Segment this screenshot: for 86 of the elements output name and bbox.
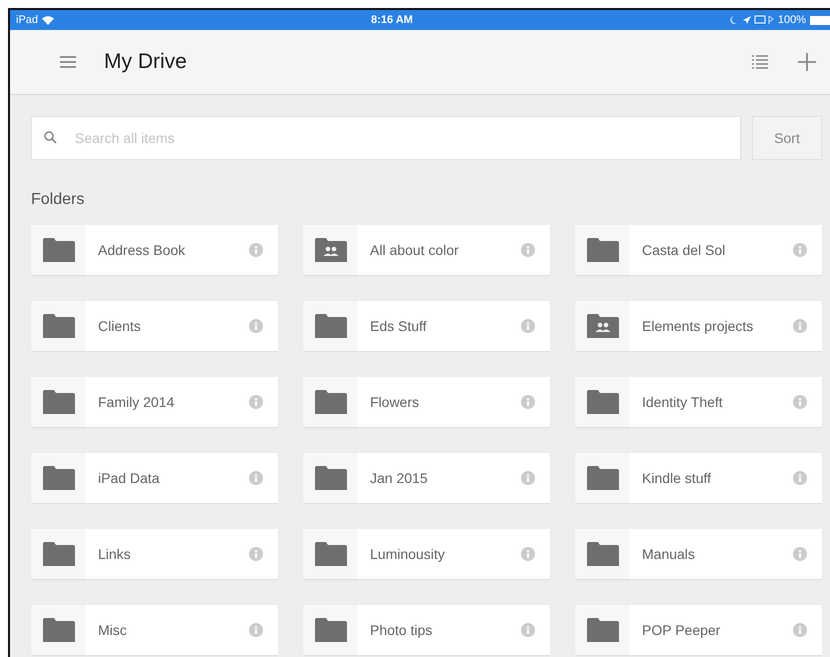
search-field[interactable]: Search all items bbox=[31, 116, 741, 160]
folder-card[interactable]: Jan 2015 bbox=[303, 453, 550, 503]
folder-icon bbox=[314, 542, 346, 566]
shared-folder-icon bbox=[586, 314, 618, 338]
info-icon[interactable] bbox=[249, 547, 263, 561]
folder-card[interactable]: Kindle stuff bbox=[575, 453, 822, 503]
folder-name: All about color bbox=[370, 242, 460, 258]
folder-name: iPad Data bbox=[98, 470, 160, 486]
folder-name: POP Peeper bbox=[642, 622, 722, 638]
folder-name: Jan 2015 bbox=[370, 470, 429, 486]
info-icon[interactable] bbox=[793, 623, 807, 637]
clock-label: 8:16 AM bbox=[371, 14, 413, 26]
folder-icon bbox=[314, 618, 346, 642]
folder-name: Manuals bbox=[642, 546, 696, 562]
folder-icon bbox=[586, 618, 618, 642]
battery-label: 100% bbox=[778, 14, 806, 26]
folder-card[interactable]: Flowers bbox=[303, 377, 550, 427]
folder-icon bbox=[42, 314, 74, 338]
info-icon[interactable] bbox=[249, 243, 263, 257]
info-icon[interactable] bbox=[249, 395, 263, 409]
folder-card[interactable]: Manuals bbox=[575, 529, 822, 579]
folder-card[interactable]: Misc bbox=[31, 605, 278, 655]
info-icon[interactable] bbox=[793, 547, 807, 561]
info-icon[interactable] bbox=[521, 547, 535, 561]
info-icon[interactable] bbox=[793, 243, 807, 257]
folder-card[interactable]: Photo tips bbox=[303, 605, 550, 655]
folder-icon bbox=[586, 238, 618, 262]
folder-name: Flowers bbox=[370, 394, 420, 410]
menu-button[interactable] bbox=[60, 56, 76, 68]
folder-name: Address Book bbox=[98, 242, 186, 258]
shared-folder-icon bbox=[314, 238, 346, 262]
search-icon bbox=[44, 131, 57, 144]
folder-card[interactable]: Eds Stuff bbox=[303, 301, 550, 351]
folder-name: Clients bbox=[98, 318, 142, 334]
folder-icon bbox=[586, 542, 618, 566]
folder-icon bbox=[42, 542, 74, 566]
info-icon[interactable] bbox=[521, 395, 535, 409]
folder-name: Casta del Sol bbox=[642, 242, 726, 258]
folder-icon bbox=[586, 390, 618, 414]
folder-card[interactable]: Family 2014 bbox=[31, 377, 278, 427]
folder-name: Elements projects bbox=[642, 318, 754, 334]
folder-name: Luminousity bbox=[370, 546, 446, 562]
folder-card[interactable]: iPad Data bbox=[31, 453, 278, 503]
add-button[interactable] bbox=[798, 53, 816, 71]
folder-icon bbox=[42, 238, 74, 262]
info-icon[interactable] bbox=[249, 319, 263, 333]
folder-card[interactable]: Identity Theft bbox=[575, 377, 822, 427]
info-icon[interactable] bbox=[521, 243, 535, 257]
info-icon[interactable] bbox=[249, 623, 263, 637]
carrier-label: iPad bbox=[16, 14, 38, 26]
wifi-icon bbox=[42, 16, 54, 24]
folder-icon bbox=[42, 390, 74, 414]
folder-card[interactable]: All about color bbox=[303, 225, 550, 275]
folder-name: Kindle stuff bbox=[642, 470, 712, 486]
info-icon[interactable] bbox=[793, 471, 807, 485]
folder-name: Links bbox=[98, 546, 132, 562]
info-icon[interactable] bbox=[249, 471, 263, 485]
folder-name: Photo tips bbox=[370, 622, 434, 638]
info-icon[interactable] bbox=[793, 395, 807, 409]
folder-card[interactable]: Address Book bbox=[31, 225, 278, 275]
folder-name: Identity Theft bbox=[642, 394, 724, 410]
info-icon[interactable] bbox=[521, 623, 535, 637]
info-icon[interactable] bbox=[521, 471, 535, 485]
info-icon[interactable] bbox=[793, 319, 807, 333]
folder-name: Eds Stuff bbox=[370, 318, 428, 334]
folder-name: Family 2014 bbox=[98, 394, 176, 410]
folder-icon bbox=[42, 618, 74, 642]
folder-card[interactable]: Links bbox=[31, 529, 278, 579]
folder-name: Misc bbox=[98, 622, 128, 638]
folder-icon bbox=[586, 466, 618, 490]
page-title: My Drive bbox=[104, 50, 188, 74]
section-heading: Folders bbox=[30, 190, 86, 209]
folder-icon bbox=[314, 314, 346, 338]
status-icons-drawing bbox=[730, 15, 774, 25]
folder-icon bbox=[314, 390, 346, 414]
list-view-button[interactable] bbox=[752, 55, 768, 69]
info-icon[interactable] bbox=[521, 319, 535, 333]
folder-card[interactable]: Elements projects bbox=[575, 301, 822, 351]
folder-card[interactable]: Luminousity bbox=[303, 529, 550, 579]
battery-icon bbox=[810, 16, 830, 24]
folder-card[interactable]: Clients bbox=[31, 301, 278, 351]
folder-icon bbox=[314, 466, 346, 490]
folder-card[interactable]: Casta del Sol bbox=[575, 225, 822, 275]
folder-icon bbox=[42, 466, 74, 490]
folder-card[interactable]: POP Peeper bbox=[575, 605, 822, 655]
sort-button[interactable]: Sort bbox=[752, 116, 822, 160]
